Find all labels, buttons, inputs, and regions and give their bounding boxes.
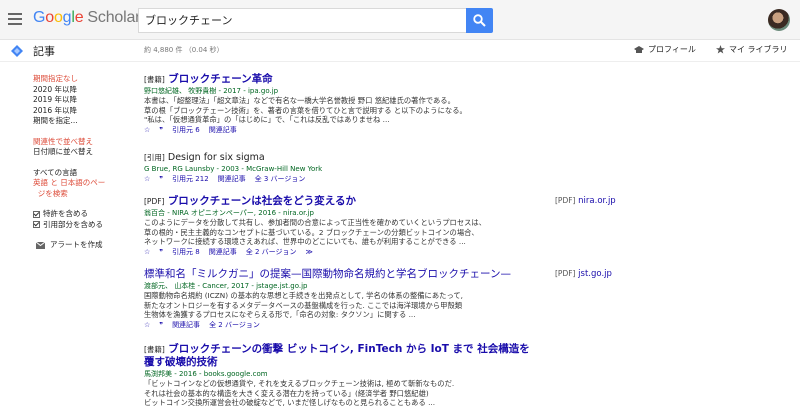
save-star-icon[interactable]: ☆	[144, 175, 150, 185]
profile-link[interactable]: プロフィール	[634, 44, 696, 55]
date-since-2019[interactable]: 2019 年以降	[33, 95, 133, 106]
result-links: ☆ ❞ 引用元 212 関連記事 全 3 バージョン	[144, 175, 544, 185]
related-articles-link[interactable]: 関連記事	[218, 175, 246, 185]
avatar[interactable]	[768, 9, 790, 31]
menu-icon[interactable]	[8, 13, 22, 25]
versions-link[interactable]: 全 2 バージョン	[246, 248, 297, 258]
result-title-continued[interactable]: 覆す破壊的技術	[144, 356, 544, 369]
date-since-2016[interactable]: 2016 年以降	[33, 106, 133, 117]
search-icon	[473, 14, 486, 27]
save-star-icon[interactable]: ☆	[144, 126, 150, 136]
result-meta: 翁百合 - NIRA オピニオンペーパー, 2016 - nira.or.jp	[144, 209, 314, 217]
date-filter: 期間指定なし 2020 年以降 2019 年以降 2016 年以降 期間を指定.…	[33, 74, 133, 127]
result-snippet: このようにデータを分散して共有し、参加者間の合意によって正当性を確かめていくとい…	[144, 218, 487, 246]
result-count: 約 4,880 件 （0.04 秒）	[144, 46, 224, 54]
result-meta: 野口悠紀雄、 牧野貴樹 - 2017 - ipa.go.jp	[144, 87, 279, 95]
create-alert-link[interactable]: アラートを作成	[36, 240, 133, 251]
result-item: 標準和名「ミルクガニ」の提案—国際動物命名規約と学名ブロックチェーン— 渡部元、…	[144, 268, 544, 330]
result-title[interactable]: [書籍] ブロックチェーンの衝撃 ビットコイン, FinTech から IoT …	[144, 343, 544, 356]
pdf-link[interactable]: [PDF] nira.or.jp	[555, 196, 616, 206]
top-bar: Google Scholar ブロックチェーン	[0, 0, 800, 40]
result-links: ☆ ❞ 関連記事 全 2 バージョン	[144, 321, 544, 331]
versions-link[interactable]: 全 3 バージョン	[255, 175, 306, 185]
sort-date[interactable]: 日付順に並べ替え	[33, 147, 133, 158]
articles-label: 記事	[33, 45, 55, 58]
date-since-2020[interactable]: 2020 年以降	[33, 85, 133, 96]
scholar-logo[interactable]: Google Scholar	[33, 9, 140, 27]
search-input[interactable]: ブロックチェーン	[138, 8, 466, 33]
search-button[interactable]	[466, 8, 493, 33]
result-item: [書籍] ブロックチェーン革命 野口悠紀雄、 牧野貴樹 - 2017 - ipa…	[144, 73, 544, 135]
result-snippet: 国際動物命名規約 (ICZN) の基本的な思想と手続きを出発点として, 学名の体…	[144, 291, 463, 319]
star-icon	[716, 45, 725, 54]
result-meta: 馬渕邦美 - 2016 - books.google.com	[144, 370, 268, 378]
result-links: ☆ ❞ 引用元 8 関連記事 全 2 バージョン ≫	[144, 248, 544, 258]
result-item: [引用] Design for six sigma G Brue, RG Lau…	[144, 151, 544, 185]
date-any[interactable]: 期間指定なし	[33, 74, 133, 85]
cited-by-link[interactable]: 引用元 6	[172, 126, 200, 136]
result-item: [PDF] ブロックチェーンは社会をどう変えるか 翁百合 - NIRA オピニオ…	[144, 195, 544, 257]
result-item: [書籍] ブロックチェーンの衝撃 ビットコイン, FinTech から IoT …	[144, 343, 544, 408]
lang-en-ja[interactable]: 英語 と 日本語のペー ジを検索	[33, 178, 133, 199]
language-filter: すべての言語 英語 と 日本語のペー ジを検索	[33, 168, 133, 200]
cite-quote-icon[interactable]: ❞	[159, 321, 163, 331]
save-star-icon[interactable]: ☆	[144, 321, 150, 331]
sort-filter: 関連性で並べ替え 日付順に並べ替え	[33, 137, 133, 158]
related-articles-link[interactable]: 関連記事	[172, 321, 200, 331]
cited-by-link[interactable]: 引用元 212	[172, 175, 209, 185]
versions-link[interactable]: 全 2 バージョン	[209, 321, 260, 331]
result-title[interactable]: [PDF] ブロックチェーンは社会をどう変えるか	[144, 195, 544, 208]
include-citations-checkbox[interactable]: 引用部分を含める	[33, 220, 133, 231]
lang-all[interactable]: すべての言語	[33, 168, 133, 179]
result-meta: G Brue, RG Launsby - 2003 - McGraw-Hill …	[144, 165, 323, 173]
result-title: [引用] Design for six sigma	[144, 152, 265, 163]
cited-by-link[interactable]: 引用元 8	[172, 248, 200, 258]
result-meta: 渡部元、 山本桂 - Cancer, 2017 - jstage.jst.go.…	[144, 282, 308, 290]
checkbox-icon	[33, 210, 40, 218]
sub-header: 記事 約 4,880 件 （0.04 秒） プロフィール マイ ライブラリ	[0, 40, 800, 62]
options-filter: 特許を含める 引用部分を含める	[33, 209, 133, 230]
related-articles-link[interactable]: 関連記事	[209, 126, 237, 136]
result-snippet: 「ビットコインなどの仮想通貨や, それを支えるブロックチェーン技術は, 極めて斬…	[144, 379, 455, 407]
more-icon[interactable]: ≫	[306, 248, 313, 258]
articles-icon	[11, 45, 23, 57]
my-library-link[interactable]: マイ ライブラリ	[716, 44, 788, 55]
checkbox-icon	[33, 221, 40, 229]
result-snippet: 本書は、「超整理法」「超文章法」などで有名な一橋大学名誉教授 野口 悠紀雄氏の著…	[144, 96, 467, 124]
mail-icon	[36, 241, 45, 249]
sidebar: 期間指定なし 2020 年以降 2019 年以降 2016 年以降 期間を指定.…	[33, 74, 133, 251]
cite-quote-icon[interactable]: ❞	[159, 248, 163, 258]
cite-quote-icon[interactable]: ❞	[159, 126, 163, 136]
date-custom[interactable]: 期間を指定...	[33, 116, 133, 127]
sort-relevance[interactable]: 関連性で並べ替え	[33, 137, 133, 148]
pdf-link[interactable]: [PDF] jst.go.jp	[555, 269, 612, 279]
result-links: ☆ ❞ 引用元 6 関連記事	[144, 126, 544, 136]
result-title[interactable]: [書籍] ブロックチェーン革命	[144, 73, 544, 86]
save-star-icon[interactable]: ☆	[144, 248, 150, 258]
result-title[interactable]: 標準和名「ミルクガニ」の提案—国際動物命名規約と学名ブロックチェーン—	[144, 268, 544, 281]
graduation-cap-icon	[634, 45, 644, 53]
related-articles-link[interactable]: 関連記事	[209, 248, 237, 258]
include-patents-checkbox[interactable]: 特許を含める	[33, 209, 133, 220]
cite-quote-icon[interactable]: ❞	[159, 175, 163, 185]
